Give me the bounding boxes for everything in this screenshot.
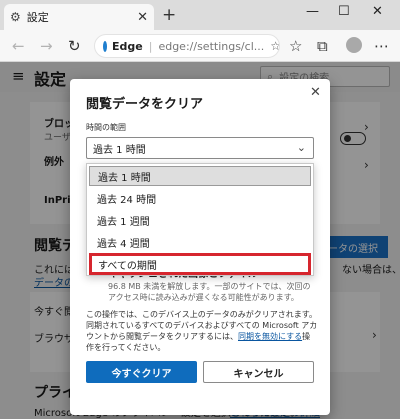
time-range-select[interactable]: 過去 1 時間 ⌄ (86, 137, 314, 159)
plus-icon[interactable]: + (162, 5, 176, 25)
option-past-24-hours[interactable]: 過去 24 時間 (89, 188, 311, 208)
close-window-icon[interactable]: ✕ (372, 4, 383, 19)
chevron-down-icon: ⌄ (296, 141, 306, 154)
address-bar[interactable]: Edge | edge://settings/cl... ☆ (94, 34, 280, 58)
clear-now-button[interactable]: 今すぐクリア (86, 361, 197, 383)
option-past-4-weeks[interactable]: 過去 4 週間 (89, 232, 311, 252)
restore-icon[interactable]: ☐ (338, 4, 350, 19)
time-range-dropdown: 過去 1 時間 過去 24 時間 過去 1 週間 過去 4 週間 すべての期間 (86, 163, 314, 276)
disable-sync-link[interactable]: 同期を無効にする (238, 332, 302, 341)
forward-icon[interactable]: → (40, 37, 53, 55)
collections-icon[interactable]: ⧉ (317, 37, 328, 55)
close-icon[interactable]: ✕ (310, 85, 321, 100)
sync-note: この操作では、このデバイス上のデータのみがクリアされます。同期されているすべての… (86, 309, 318, 353)
cancel-button[interactable]: キャンセル (203, 361, 314, 383)
refresh-icon[interactable]: ↻ (68, 37, 81, 55)
tab-settings[interactable]: ⚙ 設定 ✕ (4, 4, 154, 30)
tab-bar: ⚙ 設定 ✕ + — ☐ ✕ (0, 0, 400, 30)
settings-gear-icon: ⚙ (10, 10, 21, 24)
checkbox-desc: 96.8 MB 未満を解放します。一部のサイトでは、次回のアクセス時に読み込みが… (108, 282, 311, 302)
edge-icon (103, 40, 107, 52)
option-all-time[interactable]: すべての期間 (89, 253, 311, 275)
back-icon[interactable]: ← (12, 37, 25, 55)
time-range-label: 時間の範囲 (86, 123, 126, 132)
toolbar: ← → ↻ Edge | edge://settings/cl... ☆ ☆ ⧉… (0, 30, 400, 62)
option-past-week[interactable]: 過去 1 週間 (89, 210, 311, 230)
dialog-title: 閲覧データをクリア (86, 97, 204, 112)
option-past-hour[interactable]: 過去 1 時間 (89, 166, 311, 186)
address-app: Edge (112, 39, 143, 53)
address-separator: | (148, 39, 153, 53)
time-range-value: 過去 1 時間 (93, 144, 146, 156)
clear-browsing-data-dialog: ✕ 閲覧データをクリア 時間の範囲 過去 1 時間 ⌄ ✓ キャッシュされた画像… (70, 79, 330, 415)
star-icon[interactable]: ☆ (270, 39, 279, 53)
profile-icon[interactable] (346, 37, 362, 53)
minimize-icon[interactable]: — (306, 4, 319, 19)
close-icon[interactable]: ✕ (137, 10, 148, 25)
more-icon[interactable]: ⋯ (374, 37, 389, 55)
favorites-icon[interactable]: ☆ (289, 37, 302, 55)
address-url: edge://settings/cl... (158, 39, 265, 53)
tab-title: 設定 (26, 11, 49, 24)
